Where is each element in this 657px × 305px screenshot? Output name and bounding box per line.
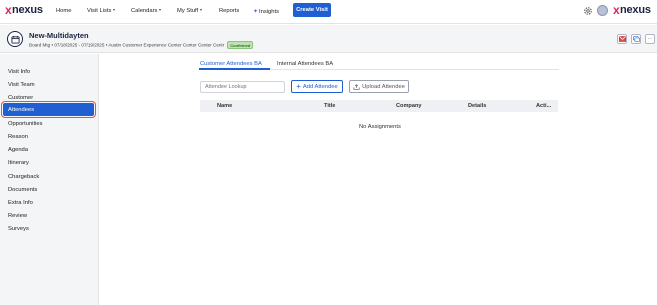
column-header-actions: Acti... [536, 103, 552, 109]
status-badge: Confirmed [227, 41, 254, 49]
nav-visit-lists[interactable]: Visit Lists [87, 8, 116, 14]
mail-icon [618, 36, 626, 42]
create-visit-button[interactable]: Create Visit [293, 3, 331, 17]
sidebar-item-visit-info[interactable]: Visit Info [8, 69, 30, 75]
column-header-name[interactable]: Name [217, 103, 232, 109]
nexus-logo[interactable]: x nexus [5, 4, 43, 16]
upload-attendee-button[interactable]: Upload Attendee [349, 80, 409, 93]
chevron-down-icon [113, 9, 116, 12]
tab-customer-attendees[interactable]: Customer Attendees BA [200, 61, 262, 67]
nav-insights-label: Insights [259, 9, 280, 15]
sidebar-item-documents[interactable]: Documents [8, 187, 37, 193]
chevron-down-icon [200, 9, 203, 12]
nav-reports[interactable]: Reports [219, 8, 239, 14]
nav-insights[interactable]: ✦Insights [253, 8, 279, 15]
nav-calendars-label: Calendars [131, 8, 158, 14]
add-attendee-label: Add Attendee [302, 83, 338, 90]
upload-icon [353, 83, 360, 90]
logo-x-mark: x [613, 3, 620, 17]
logo-wordmark: nexus [619, 4, 651, 16]
sidebar-item-surveys[interactable]: Surveys [8, 226, 29, 232]
nav-visit-lists-label: Visit Lists [87, 8, 112, 14]
column-header-company[interactable]: Company [396, 103, 422, 109]
email-button[interactable] [617, 34, 627, 44]
upload-attendee-label: Upload Attendee [362, 83, 405, 90]
logo-wordmark: nexus [11, 4, 43, 16]
gear-icon[interactable] [583, 6, 593, 16]
active-tab-indicator [199, 68, 270, 70]
sidebar-item-review[interactable]: Review [8, 213, 27, 219]
visit-subtitle: Board Mtg • 07/18/2025 - 07/19/2025 • Au… [29, 41, 254, 49]
add-attendee-button[interactable]: + Add Attendee [291, 80, 343, 93]
nav-my-stuff-label: My Stuff [177, 8, 199, 14]
sidebar-item-opportunities[interactable]: Opportunities [8, 121, 42, 127]
column-header-details[interactable]: Details [468, 103, 486, 109]
column-header-title[interactable]: Title [324, 103, 335, 109]
chevron-down-icon [159, 9, 162, 12]
nav-home[interactable]: Home [56, 8, 71, 14]
logo-x-mark: x [5, 3, 12, 17]
visit-header: New-Multidayten Board Mtg • 07/18/2025 -… [0, 25, 657, 53]
attendee-lookup-input[interactable] [200, 81, 285, 93]
nav-calendars[interactable]: Calendars [131, 8, 162, 14]
sidebar-item-agenda[interactable]: Agenda [8, 147, 28, 153]
plus-icon: + [296, 81, 301, 91]
user-avatar[interactable] [597, 5, 608, 16]
sidebar-item-customer[interactable]: Customer [8, 95, 33, 101]
attendees-table-header: Name Title Company Details Acti... [200, 100, 558, 112]
empty-table-message: No Assignments [359, 124, 401, 130]
tab-internal-attendees[interactable]: Internal Attendees BA [277, 61, 333, 67]
top-navbar: x nexus Home Visit Lists Calendars My St… [0, 0, 657, 24]
calendar-icon [7, 31, 23, 47]
visit-title: New-Multidayten [29, 31, 89, 40]
nexus-logo-right: x nexus [613, 4, 651, 16]
sidebar-item-itinerary[interactable]: Itinerary [8, 160, 29, 166]
more-options-button[interactable]: ··· [645, 34, 655, 44]
sparkle-icon: ✦ [253, 9, 259, 15]
visit-meta: Board Mtg • 07/18/2025 - 07/19/2025 • Au… [29, 42, 225, 48]
nav-my-stuff[interactable]: My Stuff [177, 8, 203, 14]
sidebar-item-attendees[interactable]: Attendees [1, 101, 96, 118]
sidebar-item-chargeback[interactable]: Chargeback [8, 174, 39, 180]
sidebar-item-reason[interactable]: Reason [8, 134, 28, 140]
sidebar: Visit Info Visit Team Customer Attendees… [0, 54, 99, 305]
sidebar-item-visit-team[interactable]: Visit Team [8, 82, 35, 88]
chat-icon [632, 36, 640, 42]
sidebar-item-extra-info[interactable]: Extra Info [8, 200, 33, 206]
chat-button[interactable] [631, 34, 641, 44]
